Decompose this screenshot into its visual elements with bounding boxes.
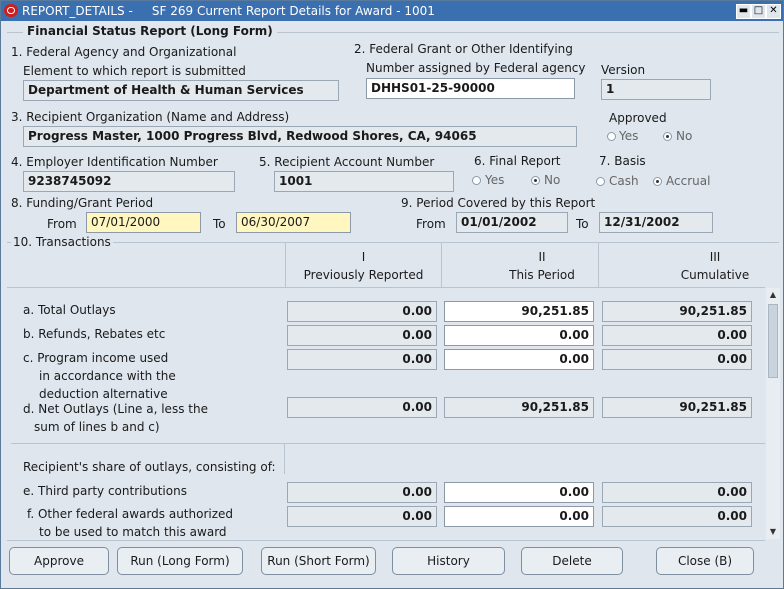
col3-header: Cumulative [680,268,750,282]
final-report-no-label: No [544,173,561,187]
f2-label-b: Number assigned by Federal agency [366,61,586,75]
row-f-cumulative-field[interactable]: 0.00 [602,506,752,527]
f4-label: 4. Employer Identification Number [11,155,218,169]
row-a-cumulative-field[interactable]: 90,251.85 [602,301,752,322]
window-title: REPORT_DETAILS - SF 269 Current Report D… [22,4,435,18]
funding-from-date-field[interactable]: 07/01/2000 [86,212,201,233]
f2-label-a: 2. Federal Grant or Other Identifying [354,42,573,56]
f1-label-b: Element to which report is submitted [23,64,246,78]
scroll-thumb[interactable] [768,304,778,378]
row-f-label-2: to be used to match this award [39,525,227,539]
row-f-label-1: f. Other federal awards authorized [27,507,234,521]
funding-to-date-field[interactable]: 06/30/2007 [236,212,351,233]
period-to-date-field[interactable]: 12/31/2002 [599,212,713,233]
row-c-cumulative-field[interactable]: 0.00 [602,349,752,370]
row-e-previous-field[interactable]: 0.00 [287,482,437,503]
basis-cash-label: Cash [609,174,639,188]
approve-button[interactable]: Approve [9,547,109,575]
row-a-previous-field[interactable]: 0.00 [287,301,437,322]
scroll-up-icon[interactable]: ▲ [766,288,780,302]
row-c-label-2: in accordance with the [39,369,176,383]
row-e-this-period-field[interactable]: 0.00 [444,482,594,503]
delete-button[interactable]: Delete [521,547,623,575]
f7-label: 7. Basis [599,154,646,168]
form-title: Financial Status Report (Long Form) [23,24,277,38]
recipient-account-field[interactable]: 1001 [274,171,454,192]
version-field[interactable]: 1 [601,79,711,100]
f9-from-label: From [416,217,446,231]
row-b-this-period-field[interactable]: 0.00 [444,325,594,346]
row-d-this-period-field[interactable]: 90,251.85 [444,397,594,418]
basis-accrual-radio[interactable] [653,177,662,186]
run-long-form-button[interactable]: Run (Long Form) [117,547,243,575]
employer-id-field[interactable]: 9238745092 [23,171,235,192]
row-c-label-3: deduction alternative [39,387,168,401]
f6-label: 6. Final Report [474,154,561,168]
share-label: Recipient's share of outlays, consisting… [23,460,276,474]
report-details-window: REPORT_DETAILS - SF 269 Current Report D… [0,0,784,589]
row-b-label: b. Refunds, Rebates etc [23,327,166,341]
history-button[interactable]: History [392,547,505,575]
row-c-label-1: c. Program income used [23,351,169,365]
row-f-this-period-field[interactable]: 0.00 [444,506,594,527]
row-d-label-2: sum of lines b and c) [34,420,160,434]
basis-accrual-label: Accrual [666,174,711,188]
col1-header: Previously Reported [303,268,424,282]
final-report-yes-radio[interactable] [472,176,481,185]
f10-label: 10. Transactions [11,235,113,249]
row-e-cumulative-field[interactable]: 0.00 [602,482,752,503]
share-col-divider [284,444,285,474]
f9-to-label: To [576,217,589,231]
federal-agency-field[interactable]: Department of Health & Human Services [23,80,339,101]
recipient-org-field[interactable]: Progress Master, 1000 Progress Blvd, Red… [23,126,577,147]
row-a-label: a. Total Outlays [23,303,116,317]
f1-label-a: 1. Federal Agency and Organizational [11,45,237,59]
basis-cash-radio[interactable] [596,177,605,186]
close-window-button[interactable]: ✕ [766,4,781,19]
row-b-cumulative-field[interactable]: 0.00 [602,325,752,346]
row-d-previous-field[interactable]: 0.00 [287,397,437,418]
approved-label: Approved [609,111,667,125]
minimize-button[interactable]: ▬ [736,4,751,19]
share-separator [11,443,765,444]
approved-yes-radio[interactable] [607,132,616,141]
row-d-label-1: d. Net Outlays (Line a, less the [23,402,208,416]
table-bottom-line [7,540,765,541]
close-button[interactable]: Close (B) [656,547,754,575]
approved-no-radio[interactable] [663,132,672,141]
title-bar: REPORT_DETAILS - SF 269 Current Report D… [1,1,783,21]
scroll-down-icon[interactable]: ▼ [766,525,780,539]
transactions-scrollbar[interactable]: ▲ ▼ [766,288,780,539]
row-f-previous-field[interactable]: 0.00 [287,506,437,527]
maximize-button[interactable]: □ [751,4,766,19]
f8-to-label: To [213,217,226,231]
row-b-previous-field[interactable]: 0.00 [287,325,437,346]
col3-roman: III [709,250,721,264]
row-c-previous-field[interactable]: 0.00 [287,349,437,370]
f9-label: 9. Period Covered by this Report [401,196,596,210]
approved-no-label: No [676,129,693,143]
f3-label: 3. Recipient Organization (Name and Addr… [11,110,290,124]
row-d-cumulative-field[interactable]: 90,251.85 [602,397,752,418]
row-e-label: e. Third party contributions [23,484,187,498]
approved-yes-label: Yes [619,129,639,143]
row-c-this-period-field[interactable]: 0.00 [444,349,594,370]
row-a-this-period-field[interactable]: 90,251.85 [444,301,594,322]
grant-number-field[interactable]: DHHS01-25-90000 [366,78,575,99]
version-label: Version [601,63,646,77]
oracle-logo-icon [4,4,18,17]
table-top-line [7,287,765,288]
col1-roman: I [361,250,366,264]
final-report-yes-label: Yes [485,173,505,187]
f8-from-label: From [47,217,77,231]
final-report-no-radio[interactable] [531,176,540,185]
transactions-frame-line [7,242,779,243]
run-short-form-button[interactable]: Run (Short Form) [261,547,376,575]
period-from-date-field[interactable]: 01/01/2002 [456,212,568,233]
f5-label: 5. Recipient Account Number [259,155,435,169]
f8-label: 8. Funding/Grant Period [11,196,154,210]
